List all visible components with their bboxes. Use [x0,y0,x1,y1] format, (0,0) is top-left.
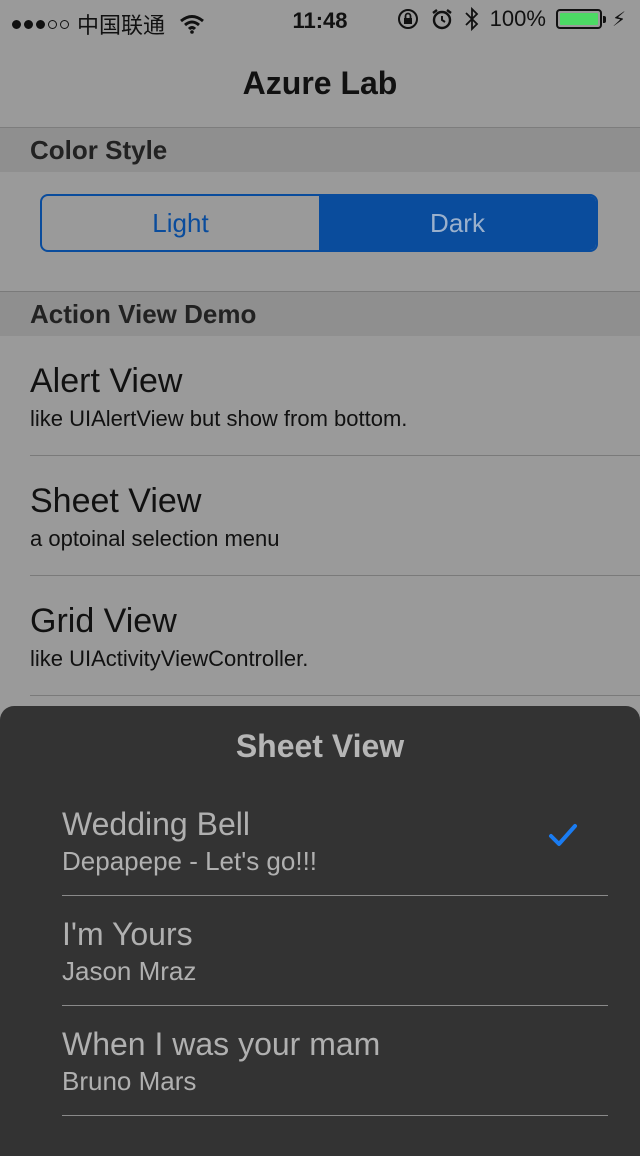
sheet-option-subtitle: Bruno Mars [62,1066,197,1096]
sheet-option-title: I'm Yours [62,916,193,952]
status-bar: 中国联通 11:48 100% ⚡ [0,0,640,40]
sheet-option-title: When I was your mam [62,1026,381,1062]
cell-subtitle: like UIActivityViewController. [30,646,309,671]
cell-title: Grid View [30,602,177,640]
bluetooth-icon [465,6,478,32]
page-title: Azure Lab [242,65,398,101]
color-style-segmented-control[interactable]: Light Dark [40,194,598,252]
sheet-view-panel: Sheet View Wedding Bell Depapepe - Let's… [0,706,640,1156]
cell-title: Alert View [30,362,183,400]
divider [30,695,640,696]
section-title: Action View Demo [30,298,257,329]
cell-grid-view[interactable]: Grid View like UIActivityViewController. [30,576,640,696]
segment-light[interactable]: Light [42,196,319,250]
sheet-title: Sheet View [235,728,405,764]
battery-percent: 100% [489,6,546,31]
navigation-bar: Azure Lab [0,40,640,128]
sheet-option-im-yours[interactable]: I'm Yours Jason Mraz [62,916,608,1026]
section-header-action-view-demo: Action View Demo [0,292,640,336]
battery-level [559,13,598,25]
status-right: 100% ⚡ [396,6,626,32]
divider [62,895,608,896]
alarm-icon [431,9,452,30]
sheet-option-subtitle: Depapepe - Let's go!!! [62,846,318,876]
divider [62,1115,608,1116]
sheet-option-subtitle: Jason Mraz [62,956,197,986]
sheet-option-title: Wedding Bell [62,806,250,842]
cell-subtitle: like UIAlertView but show from bottom. [30,406,408,431]
divider [62,1005,608,1006]
segment-dark[interactable]: Dark [319,196,596,250]
checkmark-icon [549,824,577,846]
cell-title: Sheet View [30,482,202,520]
section-header-color-style: Color Style [0,128,640,172]
cell-sheet-view[interactable]: Sheet View a optoinal selection menu [30,456,640,576]
orientation-lock-icon [397,9,418,29]
charging-icon: ⚡ [611,8,626,31]
sheet-option-when-i-was-your-mam[interactable]: When I was your mam Bruno Mars [62,1026,608,1136]
cell-subtitle: a optoinal selection menu [30,526,280,551]
cell-alert-view[interactable]: Alert View like UIAlertView but show fro… [30,336,640,456]
section-title: Color Style [30,134,168,165]
sheet-option-wedding-bell[interactable]: Wedding Bell Depapepe - Let's go!!! [62,806,608,916]
battery-icon [555,9,606,29]
